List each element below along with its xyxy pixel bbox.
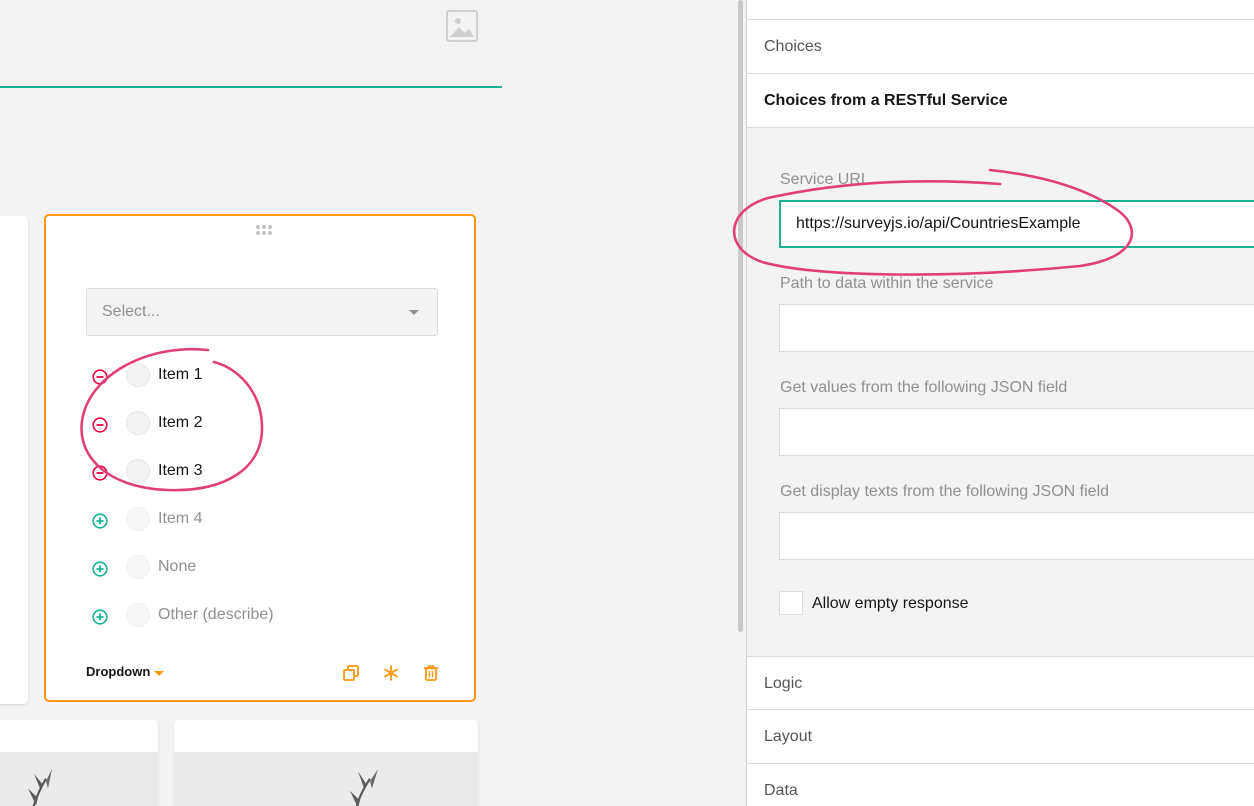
choice-item: Other (describe) bbox=[92, 602, 392, 632]
remove-circle-icon[interactable] bbox=[92, 417, 108, 433]
section-title: Choices from a RESTful Service bbox=[764, 92, 1008, 109]
dropdown-select[interactable]: Select... bbox=[86, 288, 438, 336]
section-title: Logic bbox=[764, 675, 803, 692]
choice-radio[interactable] bbox=[126, 363, 150, 387]
section-header-choices-rest[interactable]: Choices from a RESTful Service bbox=[747, 74, 1254, 128]
value-field-input[interactable] bbox=[779, 408, 1254, 456]
text-field-label: Get display texts from the following JSO… bbox=[780, 483, 1110, 500]
dropdown-question-card[interactable]: Select... Item 1 Item 2 Item 3 Item 4 No… bbox=[44, 214, 476, 702]
chevron-down-icon bbox=[409, 310, 419, 315]
service-url-label: Service URL bbox=[780, 171, 870, 188]
drag-handle-icon[interactable] bbox=[255, 224, 273, 236]
allow-empty-checkbox[interactable] bbox=[779, 591, 803, 615]
choice-item: Item 3 bbox=[92, 458, 392, 488]
text-field-input[interactable] bbox=[779, 512, 1254, 560]
section-header-logic[interactable]: Logic bbox=[747, 656, 1254, 710]
section-title: Choices bbox=[764, 38, 822, 55]
plant-photo bbox=[0, 752, 158, 806]
path-label: Path to data within the service bbox=[780, 275, 994, 292]
image-question-card[interactable] bbox=[0, 720, 158, 806]
service-url-input[interactable]: https://surveyjs.io/api/CountriesExample bbox=[779, 200, 1254, 248]
value-field-label: Get values from the following JSON field bbox=[780, 379, 1068, 396]
service-url-value: https://surveyjs.io/api/CountriesExample bbox=[796, 215, 1081, 232]
image-icon[interactable] bbox=[446, 10, 478, 42]
choice-label[interactable]: Item 1 bbox=[158, 366, 202, 384]
question-type-selector[interactable]: Dropdown bbox=[86, 664, 150, 679]
select-placeholder: Select... bbox=[102, 303, 160, 320]
choice-radio[interactable] bbox=[126, 411, 150, 435]
property-grid: Choices Choices from a RESTful Service S… bbox=[746, 0, 1254, 806]
choice-radio bbox=[126, 507, 150, 531]
choice-label: None bbox=[158, 558, 197, 575]
section-title: Layout bbox=[764, 728, 813, 745]
choice-radio[interactable] bbox=[126, 459, 150, 483]
choice-label: Item 4 bbox=[158, 510, 203, 527]
section-header-choices[interactable]: Choices bbox=[747, 20, 1254, 74]
choice-item: Item 1 bbox=[92, 362, 392, 392]
path-input[interactable] bbox=[779, 304, 1254, 352]
add-circle-icon[interactable] bbox=[92, 561, 108, 577]
choice-radio bbox=[126, 555, 150, 579]
add-circle-icon[interactable] bbox=[92, 513, 108, 529]
designer-canvas: Select... Item 1 Item 2 Item 3 Item 4 No… bbox=[0, 0, 738, 806]
plant-photo bbox=[174, 752, 478, 806]
page-title-underline bbox=[0, 86, 502, 88]
choice-item: Item 2 bbox=[92, 410, 392, 440]
required-asterisk-icon[interactable] bbox=[382, 664, 400, 682]
section-header-data[interactable]: Data bbox=[747, 764, 1254, 806]
add-circle-icon[interactable] bbox=[92, 609, 108, 625]
section-header-previous[interactable] bbox=[747, 0, 1254, 20]
section-title: Data bbox=[764, 782, 798, 799]
remove-circle-icon[interactable] bbox=[92, 369, 108, 385]
previous-question-card[interactable] bbox=[0, 216, 28, 704]
choice-label: Other (describe) bbox=[158, 606, 274, 623]
section-header-layout[interactable]: Layout bbox=[747, 710, 1254, 764]
canvas-scrollbar[interactable] bbox=[738, 0, 743, 632]
choice-item: Item 4 bbox=[92, 506, 392, 536]
copy-icon[interactable] bbox=[342, 664, 360, 682]
allow-empty-label[interactable]: Allow empty response bbox=[812, 595, 969, 613]
chevron-down-icon[interactable] bbox=[154, 671, 164, 676]
remove-circle-icon[interactable] bbox=[92, 465, 108, 481]
trash-icon[interactable] bbox=[422, 664, 440, 682]
choice-label[interactable]: Item 3 bbox=[158, 462, 202, 480]
image-question-card[interactable] bbox=[174, 720, 478, 806]
choice-label[interactable]: Item 2 bbox=[158, 414, 202, 432]
choice-radio bbox=[126, 603, 150, 627]
choice-item: None bbox=[92, 554, 392, 584]
